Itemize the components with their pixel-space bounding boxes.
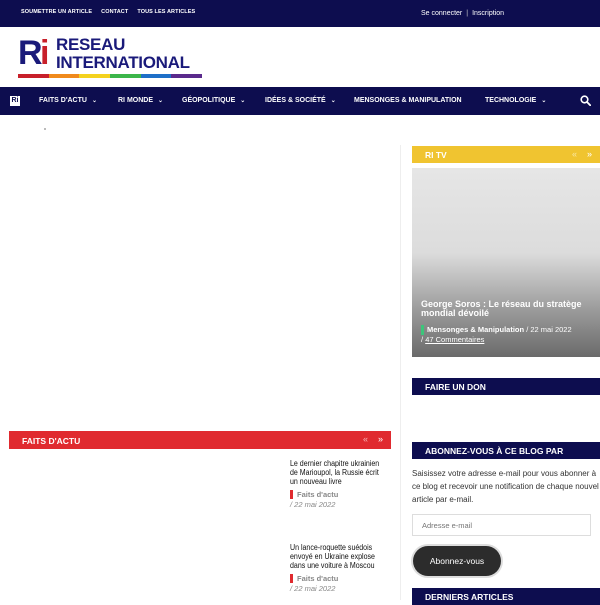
chevron-down-icon: ⌄ — [330, 98, 336, 104]
video-comments-link[interactable]: 47 Commentaires — [425, 335, 484, 344]
faits-dactu-header: FAITS D'ACTU « » — [9, 431, 391, 449]
list-item: Un lance-roquette suédois envoyé en Ukra… — [290, 543, 390, 593]
site-header: R i RESEAU INTERNATIONAL — [0, 27, 600, 87]
chevron-down-icon: ⌄ — [541, 98, 547, 104]
top-bar: SOUMETTRE UN ARTICLE CONTACT TOUS LES AR… — [0, 0, 600, 27]
chevron-down-icon: ⌄ — [91, 98, 97, 104]
ri-tv-header: RI TV « » — [412, 146, 600, 163]
chevron-down-icon: ⌄ — [158, 98, 164, 104]
register-link[interactable]: Inscription — [472, 10, 504, 17]
faits-dactu-title: FAITS D'ACTU — [22, 436, 81, 446]
next-arrow-icon[interactable]: » — [378, 434, 383, 444]
logo-line2: INTERNATIONAL — [56, 53, 190, 72]
subscribe-button[interactable]: Abonnez-vous — [413, 546, 501, 576]
content-placeholder-dot — [44, 128, 46, 130]
column-divider — [400, 145, 401, 600]
latest-articles-title: DERNIERS ARTICLES — [425, 592, 514, 602]
logo-stripe-segment — [110, 74, 141, 78]
video-title[interactable]: George Soros : Le réseau du stratège mon… — [421, 300, 591, 318]
article-thumbnail[interactable] — [9, 458, 280, 521]
article-thumbnail[interactable] — [9, 540, 280, 603]
article-category[interactable]: Faits d'actu — [290, 490, 390, 499]
logo-line1: RESEAU — [56, 35, 126, 54]
nav-item-label: RI MONDE — [118, 97, 153, 104]
nav-item-faits-dactu[interactable]: FAITS D'ACTU ⌄ — [39, 97, 97, 104]
nav-item-idees-societe[interactable]: IDÉES & SOCIÉTÉ ⌄ — [265, 97, 336, 104]
logo-mark-i: i — [40, 34, 50, 72]
video-meta: Mensonges & Manipulation / 22 mai 2022 /… — [421, 325, 599, 345]
donate-header: FAIRE UN DON — [412, 378, 600, 395]
all-articles-link[interactable]: TOUS LES ARTICLES — [137, 9, 195, 15]
nav-item-label: GÉOPOLITIQUE — [182, 97, 236, 104]
video-category[interactable]: Mensonges & Manipulation — [421, 325, 524, 335]
comments-prefix: / — [421, 335, 424, 344]
logo-mark-r: R — [18, 34, 43, 72]
nav-item-label: FAITS D'ACTU — [39, 97, 87, 104]
ri-tv-title: RI TV — [425, 150, 447, 160]
subscribe-title: ABONNEZ-VOUS À CE BLOG PAR — [425, 446, 564, 456]
next-arrow-icon[interactable]: » — [587, 149, 592, 159]
faits-dactu-nav: « » — [363, 434, 383, 444]
submit-article-link[interactable]: SOUMETTRE UN ARTICLE — [21, 9, 92, 15]
donate-title: FAIRE UN DON — [425, 382, 486, 392]
prev-arrow-icon[interactable]: « — [572, 149, 577, 159]
list-item: Le dernier chapitre ukrainien de Marioup… — [290, 459, 390, 509]
logo-stripe-segment — [171, 74, 203, 78]
top-links: SOUMETTRE UN ARTICLE CONTACT TOUS LES AR… — [21, 9, 195, 15]
email-field[interactable] — [412, 514, 591, 536]
logo-color-stripe — [18, 74, 203, 78]
article-title[interactable]: Le dernier chapitre ukrainien de Marioup… — [290, 459, 389, 486]
login-link[interactable]: Se connecter — [421, 10, 462, 17]
nav-item-mensonges-manipulation[interactable]: MENSONGES & MANIPULATION — [354, 97, 462, 104]
chevron-down-icon: ⌄ — [240, 98, 246, 104]
article-date: / 22 mai 2022 — [290, 584, 336, 593]
contact-link[interactable]: CONTACT — [101, 9, 128, 15]
logo-stripe-segment — [48, 74, 80, 78]
home-icon[interactable]: Ri — [10, 96, 20, 106]
main-navigation: Ri FAITS D'ACTU ⌄ RI MONDE ⌄ GÉOPOLITIQUE ⌄… — [0, 87, 600, 115]
logo-mark: R i — [18, 36, 52, 70]
nav-item-label: IDÉES & SOCIÉTÉ — [265, 97, 326, 104]
nav-item-ri-monde[interactable]: RI MONDE ⌄ — [118, 97, 163, 104]
nav-item-technologie[interactable]: TECHNOLOGIE ⌄ — [485, 97, 546, 104]
logo-stripe-segment — [18, 74, 49, 78]
subscribe-description: Saisissez votre adresse e-mail pour vous… — [412, 469, 599, 504]
article-date: / 22 mai 2022 — [290, 500, 336, 509]
site-logo[interactable]: R i RESEAU INTERNATIONAL — [18, 35, 203, 78]
auth-separator: | — [466, 10, 469, 17]
article-title[interactable]: Un lance-roquette suédois envoyé en Ukra… — [290, 543, 389, 570]
logo-stripe-segment — [79, 74, 111, 78]
video-date: / 22 mai 2022 — [526, 325, 572, 334]
logo-stripe-segment — [140, 74, 172, 78]
subscribe-header: ABONNEZ-VOUS À CE BLOG PAR — [412, 442, 600, 459]
article-category[interactable]: Faits d'actu — [290, 574, 390, 583]
ri-tv-nav: « » — [572, 149, 592, 159]
nav-item-geopolitique[interactable]: GÉOPOLITIQUE ⌄ — [182, 97, 245, 104]
nav-item-label: TECHNOLOGIE — [485, 97, 537, 104]
prev-arrow-icon[interactable]: « — [363, 434, 368, 444]
latest-articles-header: DERNIERS ARTICLES — [412, 588, 600, 605]
nav-item-label: MENSONGES & MANIPULATION — [354, 97, 462, 104]
auth-links: Se connecter | Inscription — [421, 10, 504, 17]
search-icon[interactable] — [580, 95, 591, 106]
ri-tv-video-card[interactable]: George Soros : Le réseau du stratège mon… — [412, 168, 600, 357]
